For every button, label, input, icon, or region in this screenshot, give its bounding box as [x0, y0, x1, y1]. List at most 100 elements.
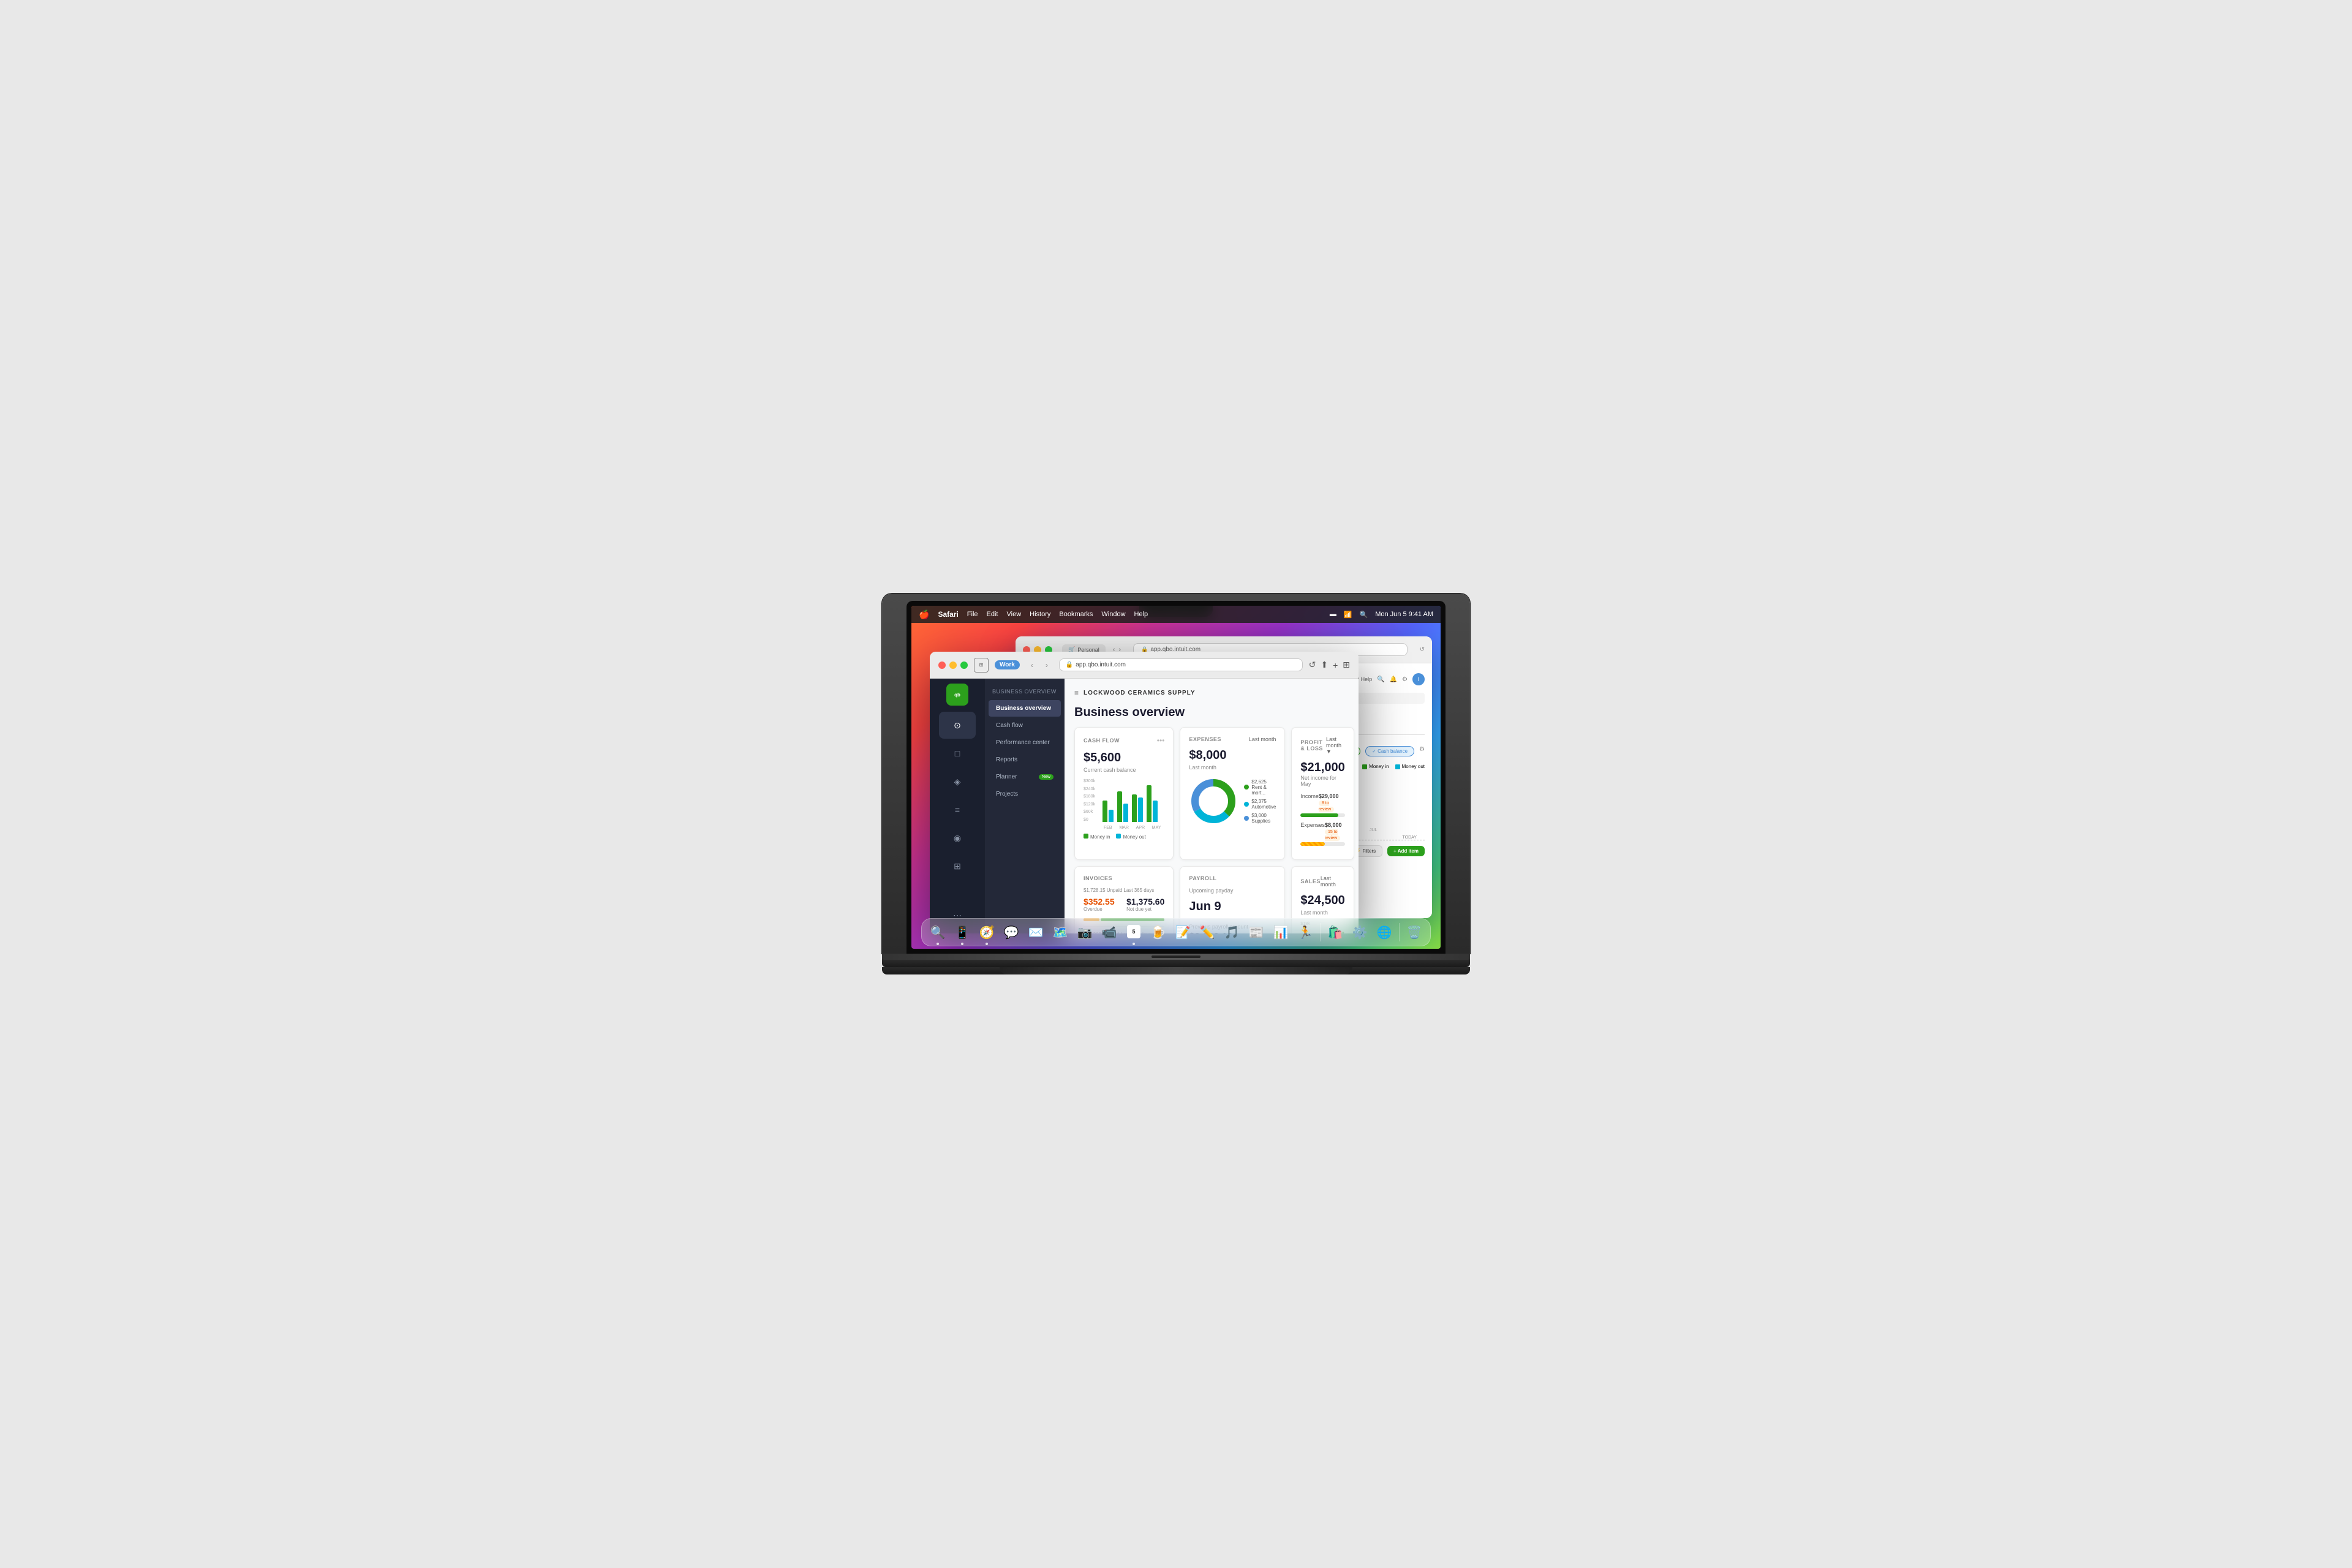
subnav-item-projects[interactable]: Projects: [989, 786, 1061, 802]
dock-divider: [1320, 923, 1321, 941]
back-button[interactable]: ‹: [1026, 659, 1038, 671]
lock-icon: 🔒: [1066, 662, 1073, 668]
pl-expenses-amount: $8,000: [1325, 822, 1342, 828]
bg-help[interactable]: ? Help: [1356, 676, 1372, 682]
menubar-left: 🍎 Safari File Edit View History Bookmark…: [919, 609, 1148, 620]
menu-history[interactable]: History: [1030, 611, 1050, 618]
fullscreen-button-fg[interactable]: [960, 662, 968, 669]
tab-group-button[interactable]: ⊞: [974, 658, 989, 673]
menu-view[interactable]: View: [1007, 611, 1022, 618]
sidebar-item-taxes[interactable]: ⊞: [939, 853, 976, 880]
sidebar-item-home[interactable]: ⊙: [939, 712, 976, 739]
macos-desktop: 🍎 Safari File Edit View History Bookmark…: [911, 606, 1441, 949]
sidebar-item-banking[interactable]: □: [939, 740, 976, 767]
address-bar-fg[interactable]: 🔒 app.qbo.intuit.com: [1059, 658, 1303, 671]
macbook: 🍎 Safari File Edit View History Bookmark…: [882, 594, 1470, 974]
apple-logo-icon[interactable]: 🍎: [919, 609, 929, 620]
dock-system-prefs[interactable]: ⚙️: [1349, 921, 1371, 943]
home-icon: ⊙: [954, 720, 961, 731]
qbo-main-content: ≡ LOCKWOOD CERAMICS SUPPLY Business over…: [1065, 679, 1359, 933]
share-icon[interactable]: ⬆: [1321, 660, 1328, 670]
bar-mar-in: [1117, 791, 1122, 822]
sidebar-item-reports[interactable]: ◉: [939, 824, 976, 851]
dock-maps[interactable]: 🗺️: [1049, 921, 1071, 943]
work-tag[interactable]: Work: [995, 660, 1020, 669]
menu-file[interactable]: File: [967, 611, 978, 618]
dock-news[interactable]: 📰: [1245, 921, 1267, 943]
subnav-item-reports[interactable]: Reports: [989, 752, 1061, 768]
add-item-btn[interactable]: + Add item: [1387, 846, 1425, 856]
menu-window[interactable]: Window: [1101, 611, 1125, 618]
pl-expenses-row: Expenses $8,000 15 to review: [1300, 822, 1344, 846]
expenses-review-badge[interactable]: 15 to review: [1325, 829, 1340, 841]
dock-messages[interactable]: 💬: [1000, 921, 1022, 943]
forward-button[interactable]: ›: [1041, 659, 1053, 671]
cashflow-legend: Money in Money out: [1084, 834, 1164, 840]
dock-freeform[interactable]: ✏️: [1196, 921, 1218, 943]
menu-help[interactable]: Help: [1134, 611, 1148, 618]
expenses-subtitle: Last month: [1189, 764, 1276, 771]
pl-income-header: Income $29,000 8 to review: [1300, 793, 1344, 812]
hamburger-icon[interactable]: ≡: [1074, 688, 1079, 697]
dock-safari[interactable]: 🧭: [976, 921, 998, 943]
subnav-section-header: Business overview: [985, 684, 1065, 699]
dock-appstore[interactable]: 🛍️: [1324, 921, 1346, 943]
cashflow-amount: $5,600: [1084, 751, 1164, 765]
sidebar-item-expenses[interactable]: ≡: [939, 796, 976, 823]
new-tab-icon[interactable]: +: [1333, 660, 1338, 670]
subnav-item-cash-flow[interactable]: Cash flow: [989, 717, 1061, 734]
bar-apr-out: [1138, 797, 1143, 822]
bar-mar-out: [1123, 804, 1128, 822]
settings-icon-bg[interactable]: ⚙: [1419, 746, 1425, 756]
dock-launchpad[interactable]: 📱: [951, 921, 973, 943]
url-text: app.qbo.intuit.com: [1076, 662, 1126, 668]
chart-group-may: [1147, 785, 1158, 822]
dock-screentime[interactable]: 🌐: [1373, 921, 1395, 943]
bg-user-avatar[interactable]: I: [1412, 673, 1425, 685]
subnav-item-performance[interactable]: Performance center: [989, 734, 1061, 751]
dock-music[interactable]: 🎵: [1221, 921, 1243, 943]
sidebar-item-sales[interactable]: ◈: [939, 768, 976, 795]
dock-reminders[interactable]: 📝: [1172, 921, 1194, 943]
legend-teal-dot: [1116, 834, 1121, 839]
subnav-item-planner[interactable]: Planner New: [989, 769, 1061, 785]
chart-group-mar: [1117, 791, 1128, 822]
menubar-app-name: Safari: [938, 610, 958, 619]
expenses-progress-bar: [1300, 842, 1344, 846]
macos-menubar: 🍎 Safari File Edit View History Bookmark…: [911, 606, 1441, 623]
new-badge-pill: New: [1039, 774, 1054, 780]
reload-icon[interactable]: ↺: [1309, 660, 1316, 670]
dock-keynote[interactable]: 🏃: [1294, 921, 1316, 943]
menu-bookmarks[interactable]: Bookmarks: [1059, 611, 1093, 618]
expenses-card-title: EXPENSES: [1189, 736, 1221, 742]
cashflow-menu-icon[interactable]: •••: [1157, 736, 1165, 745]
payroll-card-title: PAYROLL: [1189, 875, 1216, 881]
tab-overview-icon[interactable]: ⊞: [1343, 660, 1350, 670]
dock-facetime[interactable]: 📹: [1098, 921, 1120, 943]
bg-notification-icon[interactable]: 🔔: [1390, 676, 1397, 683]
income-review-badge[interactable]: 8 to review: [1319, 801, 1334, 812]
dock-mail[interactable]: ✉️: [1025, 921, 1047, 943]
chart-group-apr: [1132, 794, 1143, 822]
stand-bottom: [1000, 967, 1352, 974]
minimize-button-fg[interactable]: [949, 662, 957, 669]
macbook-foot: [882, 954, 1470, 960]
dock-homebrew[interactable]: 🍺: [1147, 921, 1169, 943]
menubar-items: File Edit View History Bookmarks Window …: [967, 611, 1148, 618]
page-title: Business overview: [1074, 706, 1349, 720]
reload-bg-icon[interactable]: ↺: [1420, 646, 1425, 653]
dock-numbers[interactable]: 📊: [1270, 921, 1292, 943]
menu-edit[interactable]: Edit: [987, 611, 998, 618]
close-button-fg[interactable]: [938, 662, 946, 669]
menubar-search-icon[interactable]: 🔍: [1360, 611, 1368, 619]
cash-balance-btn[interactable]: ✓ Cash balance: [1365, 746, 1414, 756]
bg-settings-icon[interactable]: ⚙: [1402, 676, 1408, 683]
screen-bezel: 🍎 Safari File Edit View History Bookmark…: [907, 601, 1446, 954]
subnav-item-business-overview[interactable]: Business overview: [989, 700, 1061, 717]
dock-calendar[interactable]: 📅 5: [1123, 921, 1145, 943]
dock-trash[interactable]: 🗑️: [1403, 921, 1425, 943]
menubar-wifi-icon: 📶: [1344, 611, 1352, 619]
bg-search-icon[interactable]: 🔍: [1377, 676, 1384, 683]
dock-finder[interactable]: 🔍: [927, 921, 949, 943]
dock-photos[interactable]: 📷: [1074, 921, 1096, 943]
